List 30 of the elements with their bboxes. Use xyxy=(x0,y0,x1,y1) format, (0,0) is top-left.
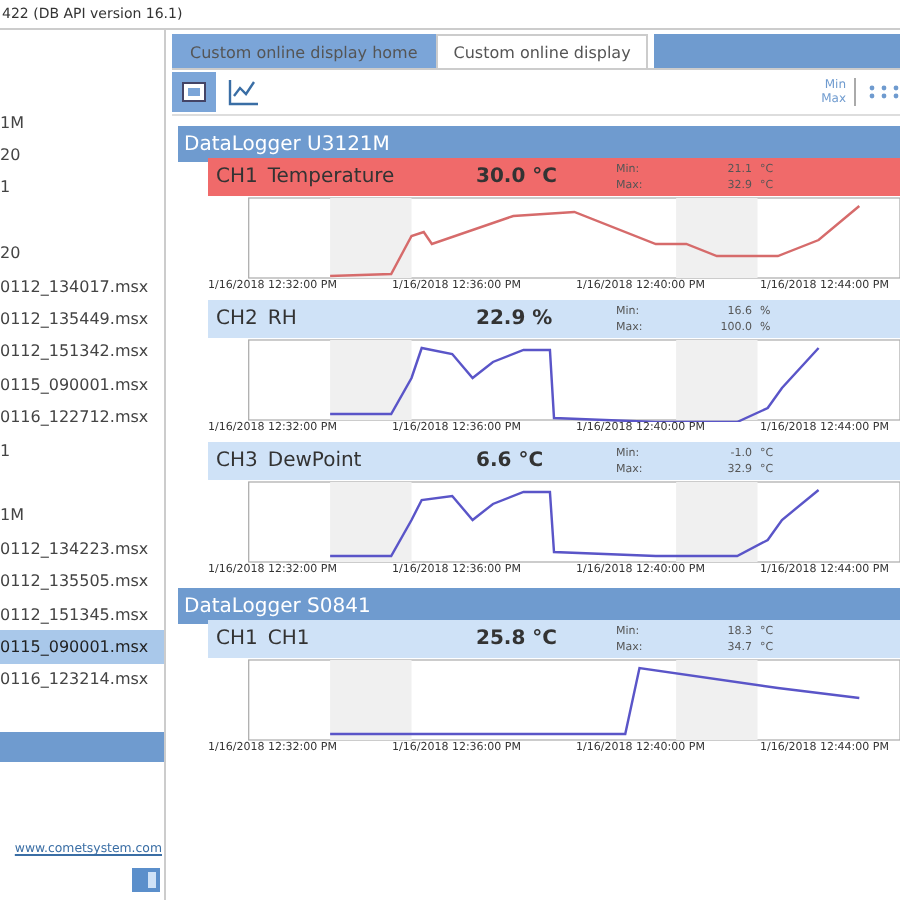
file-list-item[interactable]: 20 xyxy=(0,237,164,270)
file-list-item[interactable]: 0116_122712.msx xyxy=(0,401,164,434)
file-list-item[interactable]: 0115_090001.msx xyxy=(0,368,164,402)
tab[interactable]: Custom online display xyxy=(435,34,649,68)
file-list-item[interactable]: 0115_090001.msx xyxy=(0,630,164,664)
file-list-item[interactable]: 0116_123214.msx xyxy=(0,663,164,697)
file-list-item[interactable]: 1M xyxy=(0,106,164,139)
file-list-item[interactable]: 0112_135505.msx xyxy=(0,564,164,598)
chart-icon[interactable] xyxy=(228,78,260,106)
channel-value: 30.0 °C xyxy=(476,166,559,188)
file-list-item[interactable]: 1 xyxy=(0,433,164,467)
file-list-item[interactable]: 20 xyxy=(0,138,164,172)
panel-icon[interactable] xyxy=(132,868,160,892)
channel-name: CH1 Temperature xyxy=(214,166,397,188)
channel-name: CH2 RH xyxy=(214,308,299,330)
file-list-item[interactable]: 0112_135449.msx xyxy=(0,302,164,336)
display-button[interactable] xyxy=(172,72,216,112)
display-icon xyxy=(182,82,206,102)
file-list-item[interactable]: 1M xyxy=(0,499,164,533)
file-list-item[interactable]: 0112_134017.msx xyxy=(0,269,164,303)
file-list-item[interactable]: 1 xyxy=(0,171,164,205)
file-list-item[interactable]: 0112_151345.msx xyxy=(0,597,164,631)
channel-name: CH3 DewPoint xyxy=(214,450,364,472)
channel-value: 25.8 °C xyxy=(476,628,559,650)
channel-value: 22.9 % xyxy=(476,308,555,330)
grid-dots-icon[interactable] xyxy=(868,84,900,100)
file-list-item[interactable]: 0112_134223.msx xyxy=(0,532,164,565)
channel-name: CH1 CH1 xyxy=(214,628,312,650)
file-list-item[interactable]: 0112_151342.msx xyxy=(0,335,164,369)
channel-value: 6.6 °C xyxy=(476,450,546,472)
